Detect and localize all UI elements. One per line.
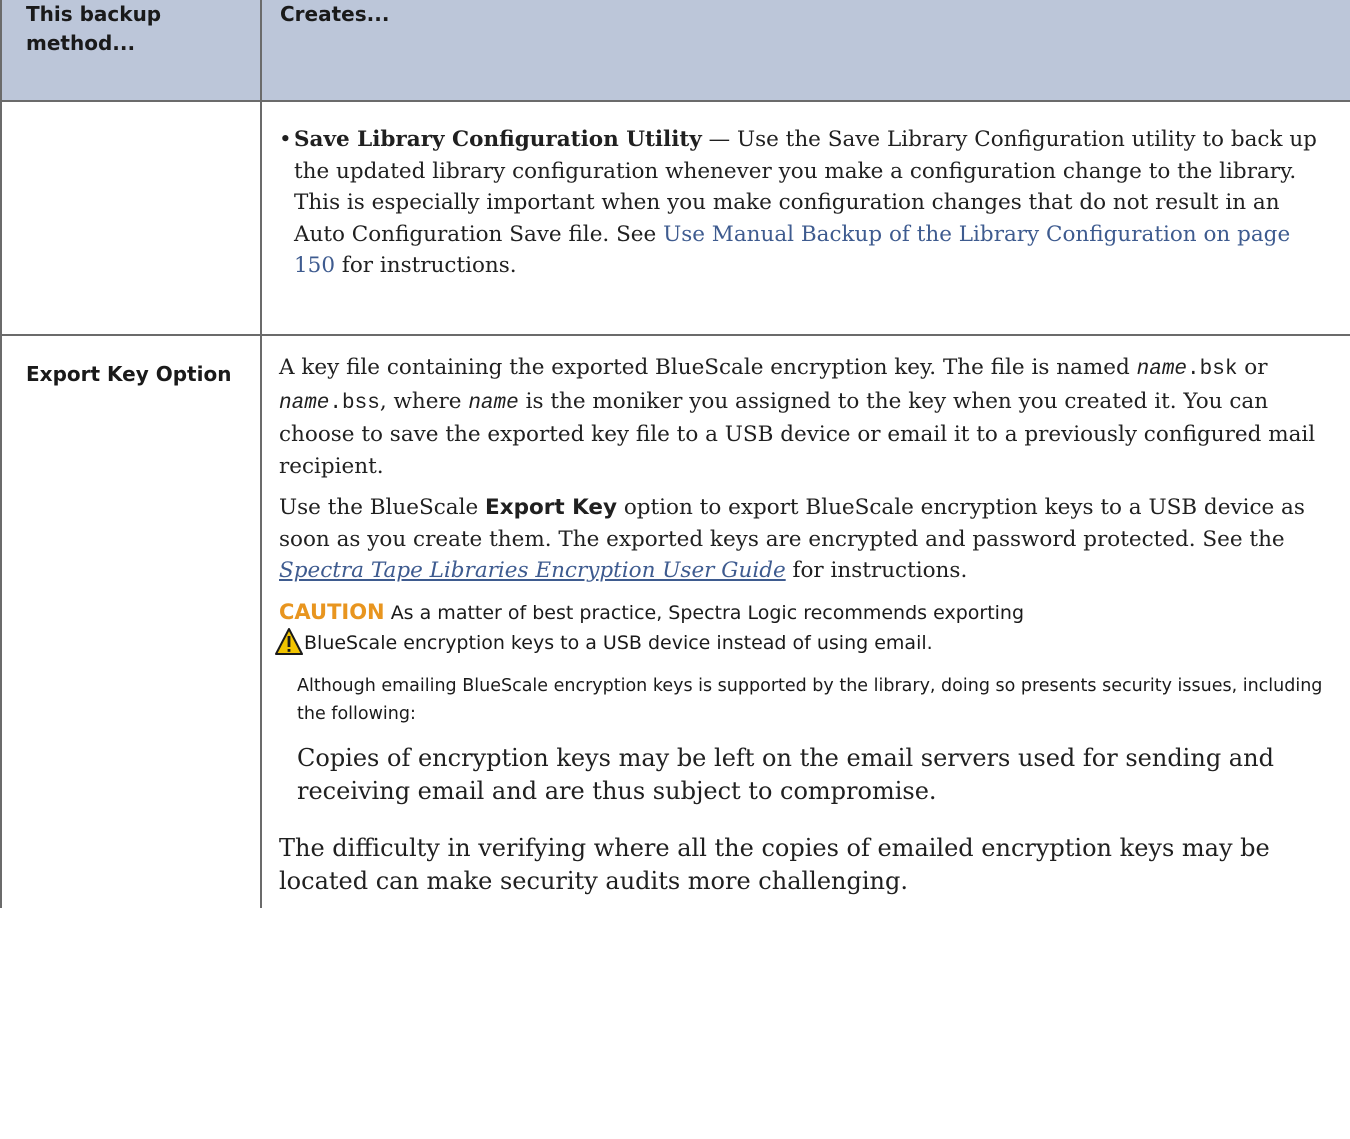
code-ext-1: .bsk [1187, 358, 1238, 381]
key-file-paragraph: A key file containing the exported BlueS… [279, 352, 1332, 482]
code-name: name [468, 392, 518, 415]
bullet-dash: — [701, 127, 737, 152]
para1-text-2: or [1237, 355, 1268, 380]
code-var-2: name [279, 391, 330, 415]
bullet-dot: • [279, 127, 292, 152]
row2-method-cell: Export Key Option [0, 334, 262, 908]
code-name-bss: name.bss [279, 392, 380, 415]
export-key-paragraph: Use the BlueScale Export Key option to e… [279, 492, 1332, 587]
caution-line-1: CAUTION As a matter of best practice, Sp… [279, 597, 1332, 628]
caution-detail: Although emailing BlueScale encryption k… [297, 675, 1323, 724]
warning-icon [275, 627, 303, 655]
para1-text-1: A key file containing the exported BlueS… [279, 355, 1137, 380]
header-backup-method-label: This backup method... [26, 2, 162, 55]
table-row: • Save Library Configuration Utility — U… [0, 100, 1350, 336]
caution-text-1: As a matter of best practice, Spectra Lo… [390, 601, 1025, 624]
export-key-option-label: Export Key Option [26, 362, 232, 386]
row1-method-cell [0, 100, 262, 336]
bullet-tail: for instructions. [335, 253, 517, 278]
code-var-1: name [1136, 358, 1188, 381]
code-ext-2: .bss [329, 391, 380, 415]
bullet-item: • Save Library Configuration Utility — U… [279, 124, 1332, 282]
para1-text-3: , where [379, 388, 469, 414]
code-var-3: name [468, 391, 519, 415]
caution-label: CAUTION [279, 599, 385, 624]
audit-paragraph: The difficulty in verifying where all th… [279, 833, 1270, 895]
caution-line-2: BlueScale encryption keys to a USB devic… [304, 631, 933, 654]
table-row: Export Key Option A key file containing … [0, 334, 1350, 908]
para2-text-3: for instructions. [785, 558, 968, 583]
export-key-bold: Export Key [485, 495, 617, 520]
row2-creates-cell: A key file containing the exported BlueS… [260, 334, 1350, 908]
encryption-user-guide-link[interactable]: Spectra Tape Libraries Encryption User G… [279, 558, 786, 583]
caution-issue-item: Copies of encryption keys may be left on… [297, 743, 1274, 805]
bullet-title: Save Library Configuration Utility [294, 127, 702, 152]
header-creates-label: Creates... [280, 2, 390, 26]
row1-creates-cell: • Save Library Configuration Utility — U… [260, 100, 1350, 336]
caution-block: CAUTION As a matter of best practice, Sp… [275, 597, 1332, 808]
backup-methods-table: This backup method... Creates... • Save … [0, 0, 1350, 908]
code-name-bsk: name.bsk [1137, 358, 1238, 381]
para2-text-1: Use the BlueScale [279, 495, 486, 520]
table-header-row: This backup method... Creates... [0, 0, 1350, 102]
header-creates: Creates... [260, 0, 1350, 102]
header-backup-method: This backup method... [0, 0, 262, 102]
